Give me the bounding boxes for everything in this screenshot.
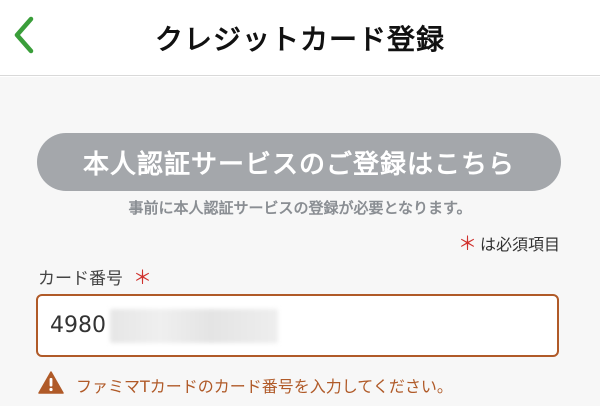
page-title: クレジットカード登録 (154, 23, 445, 56)
required-mark: ＊ (457, 233, 477, 255)
card-number-value: 4980 (50, 313, 106, 338)
card-number-label-text: カード番号 (38, 269, 123, 289)
error-message-row: ファミマTカードのカード番号を入力してください。 (38, 371, 453, 398)
auth-note: 事前に本人認証サービスの登録が必要となります。 (128, 199, 472, 217)
card-number-label: カード番号 ＊ (38, 263, 152, 290)
header: クレジットカード登録 (0, 0, 600, 76)
card-number-input[interactable]: 4980 (36, 294, 559, 357)
required-legend-text: は必須項目 (479, 234, 560, 254)
masked-card-digits (110, 308, 278, 343)
identity-auth-registration-button[interactable]: 本人認証サービスのご登録はこちら (37, 133, 561, 191)
error-message: ファミマTカードのカード番号を入力してください。 (76, 376, 453, 396)
required-legend: ＊ は必須項目 (458, 229, 560, 256)
required-mark: ＊ (133, 267, 153, 289)
registration-form: 本人認証サービスのご登録はこちら 事前に本人認証サービスの登録が必要となります。… (0, 77, 600, 406)
warning-icon (38, 371, 64, 398)
